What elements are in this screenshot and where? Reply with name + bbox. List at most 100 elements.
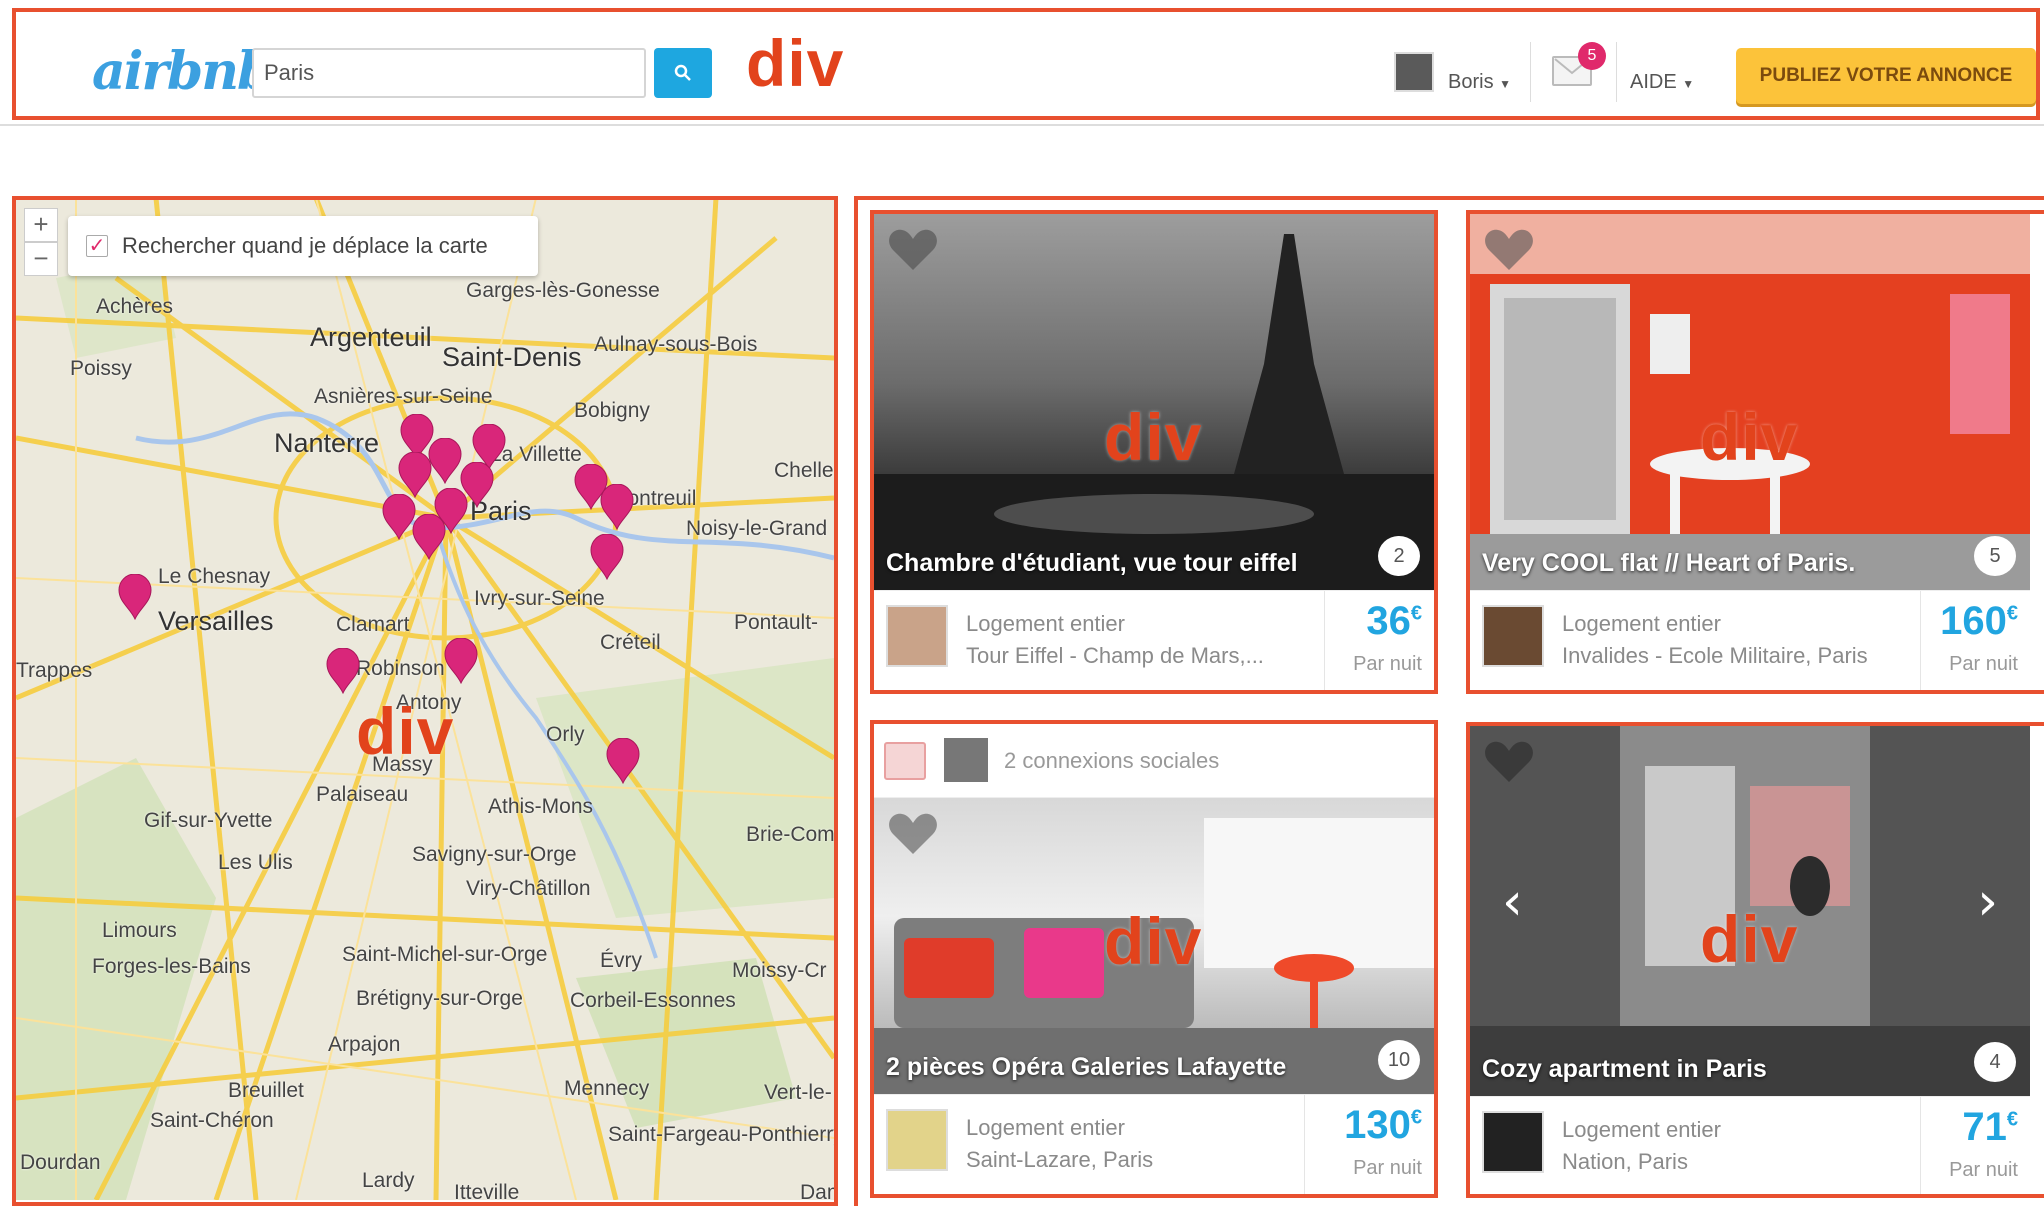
- help-menu[interactable]: AIDE ▼: [1630, 72, 1694, 92]
- map-label: Athis-Mons: [488, 795, 594, 818]
- listing-card[interactable]: Chambre d'étudiant, vue tour eiffel 2 di…: [874, 214, 1434, 691]
- listing-title[interactable]: 2 pièces Opéra Galeries Lafayette: [886, 1053, 1286, 1082]
- map-label: Breuillet: [228, 1079, 304, 1102]
- map-label: Garges-lès-Gonesse: [466, 279, 660, 302]
- map-label: Saint-Denis: [442, 342, 582, 372]
- div-overlay-label: div: [1700, 400, 1799, 474]
- price: 71€: [1921, 1107, 2018, 1147]
- heart-icon[interactable]: [1484, 228, 1534, 277]
- host-avatar[interactable]: [1482, 1111, 1544, 1173]
- listing-card[interactable]: 2 connexions sociales 2 pièces Opéra Gal…: [874, 724, 1434, 1195]
- listing-title[interactable]: Very COOL flat // Heart of Paris.: [1482, 549, 1855, 578]
- map-label: Dam: [800, 1181, 834, 1200]
- host-avatar[interactable]: [886, 605, 948, 667]
- map-label: Saint-Chéron: [150, 1109, 274, 1132]
- search-on-move-toggle[interactable]: ✓ Rechercher quand je déplace la carte: [68, 216, 538, 276]
- listing-card[interactable]: ‹ › Cozy apartment in Paris 4 div Logeme…: [1470, 726, 2030, 1197]
- listing-photo[interactable]: 2 pièces Opéra Galeries Lafayette 10 div: [874, 798, 1434, 1094]
- listing-photo[interactable]: Very COOL flat // Heart of Paris. 5 div: [1470, 214, 2030, 590]
- map-label: Créteil: [600, 631, 661, 654]
- search-button[interactable]: [654, 48, 712, 98]
- heart-icon[interactable]: [1484, 740, 1534, 789]
- photo-count-badge: 2: [1378, 536, 1420, 576]
- map-label: Le Chesnay: [158, 565, 271, 588]
- host-avatar[interactable]: [1482, 605, 1544, 667]
- map-label: Brie-Com: [746, 823, 834, 846]
- airbnb-logo[interactable]: airbnb: [92, 46, 273, 98]
- map-pin-icon[interactable]: [590, 534, 624, 580]
- price-amount: 71: [1962, 1105, 2007, 1149]
- map-label: Nanterre: [274, 428, 380, 458]
- listing-info: Logement entier Tour Eiffel - Champ de M…: [874, 590, 1434, 691]
- map-label: Argenteuil: [310, 322, 432, 352]
- map-pin-icon[interactable]: [326, 648, 360, 694]
- price-amount: 160: [1940, 599, 2007, 643]
- price: 36€: [1325, 601, 1422, 641]
- map-pin-icon[interactable]: [600, 484, 634, 530]
- listing-location: Tour Eiffel - Champ de Mars,...: [966, 643, 1264, 668]
- listing-title[interactable]: Cozy apartment in Paris: [1482, 1055, 1767, 1084]
- listing-location: Invalides - Ecole Militaire, Paris: [1562, 643, 1868, 668]
- map-pin-icon[interactable]: [118, 574, 152, 620]
- price-box: 160€ Par nuit: [1920, 591, 2030, 691]
- map-pin-icon[interactable]: [412, 514, 446, 560]
- zoom-in-button[interactable]: +: [24, 208, 58, 242]
- chevron-right-icon[interactable]: ›: [1977, 876, 1998, 928]
- price-amount: 36: [1366, 599, 1411, 643]
- heart-icon[interactable]: [888, 812, 938, 861]
- currency: €: [1410, 602, 1422, 625]
- map-label: Gif-sur-Yvette: [144, 809, 273, 832]
- search-input[interactable]: [252, 48, 646, 98]
- photo-count-badge: 4: [1974, 1042, 2016, 1082]
- map-label: Brétigny-sur-Orge: [356, 987, 523, 1010]
- map-label: Chelles: [774, 459, 834, 482]
- header-divider: [0, 118, 2044, 126]
- listing-card[interactable]: Very COOL flat // Heart of Paris. 5 div …: [1470, 214, 2030, 691]
- social-connections-bar[interactable]: 2 connexions sociales: [874, 724, 1434, 798]
- user-menu[interactable]: Boris ▼: [1448, 72, 1511, 92]
- user-avatar[interactable]: [1394, 52, 1434, 92]
- map-label: Robinson: [356, 657, 445, 680]
- div-overlay-label: div: [746, 26, 845, 100]
- checkbox-checked-icon[interactable]: ✓: [86, 235, 108, 257]
- listing-info: Logement entier Nation, Paris 71€ Par nu…: [1470, 1096, 2030, 1197]
- map[interactable]: + − ✓ Rechercher quand je déplace la car…: [16, 198, 834, 1200]
- listing-title[interactable]: Chambre d'étudiant, vue tour eiffel: [886, 549, 1298, 578]
- host-avatar[interactable]: [886, 1109, 948, 1171]
- listing-location: Saint-Lazare, Paris: [966, 1147, 1154, 1172]
- map-label: Versailles: [158, 606, 274, 636]
- currency: €: [2006, 1108, 2018, 1131]
- map-label: Orly: [546, 723, 585, 746]
- currency: €: [1410, 1106, 1422, 1129]
- map-label: Asnières-sur-Seine: [314, 385, 493, 408]
- listing-photo[interactable]: Chambre d'étudiant, vue tour eiffel 2 di…: [874, 214, 1434, 590]
- map-label: Viry-Châtillon: [466, 877, 591, 900]
- map-label: Vert-le-: [764, 1081, 832, 1104]
- map-label: Corbeil-Essonnes: [570, 989, 736, 1012]
- price: 130€: [1305, 1105, 1422, 1145]
- map-pin-icon[interactable]: [382, 494, 416, 540]
- heart-icon[interactable]: [888, 228, 938, 277]
- social-icon: [884, 742, 926, 780]
- div-overlay-label: div: [1104, 904, 1203, 978]
- map-pin-icon[interactable]: [428, 438, 462, 484]
- listing-photo[interactable]: ‹ › Cozy apartment in Paris 4 div: [1470, 726, 2030, 1096]
- friend-avatar: [944, 738, 988, 782]
- map-label: Noisy-le-Grand: [686, 517, 828, 540]
- chevron-left-icon[interactable]: ‹: [1502, 876, 1523, 928]
- map-pin-icon[interactable]: [444, 638, 478, 684]
- map-label: Palaiseau: [316, 783, 409, 806]
- listing-info: Logement entier Invalides - Ecole Milita…: [1470, 590, 2030, 691]
- publish-listing-button[interactable]: PUBLIEZ VOTRE ANNONCE: [1736, 48, 2036, 104]
- price-unit: Par nuit: [1353, 653, 1422, 675]
- map-label: Itteville: [454, 1181, 520, 1200]
- map-pin-icon[interactable]: [606, 738, 640, 784]
- map-label: Les Ulis: [218, 851, 293, 874]
- map-label: Limours: [102, 919, 177, 942]
- price-box: 71€ Par nuit: [1920, 1097, 2030, 1197]
- zoom-out-button[interactable]: −: [24, 242, 58, 276]
- price-amount: 130: [1344, 1103, 1411, 1147]
- price: 160€: [1921, 601, 2018, 641]
- map-pin-icon[interactable]: [398, 452, 432, 498]
- listing-location: Nation, Paris: [1562, 1149, 1688, 1174]
